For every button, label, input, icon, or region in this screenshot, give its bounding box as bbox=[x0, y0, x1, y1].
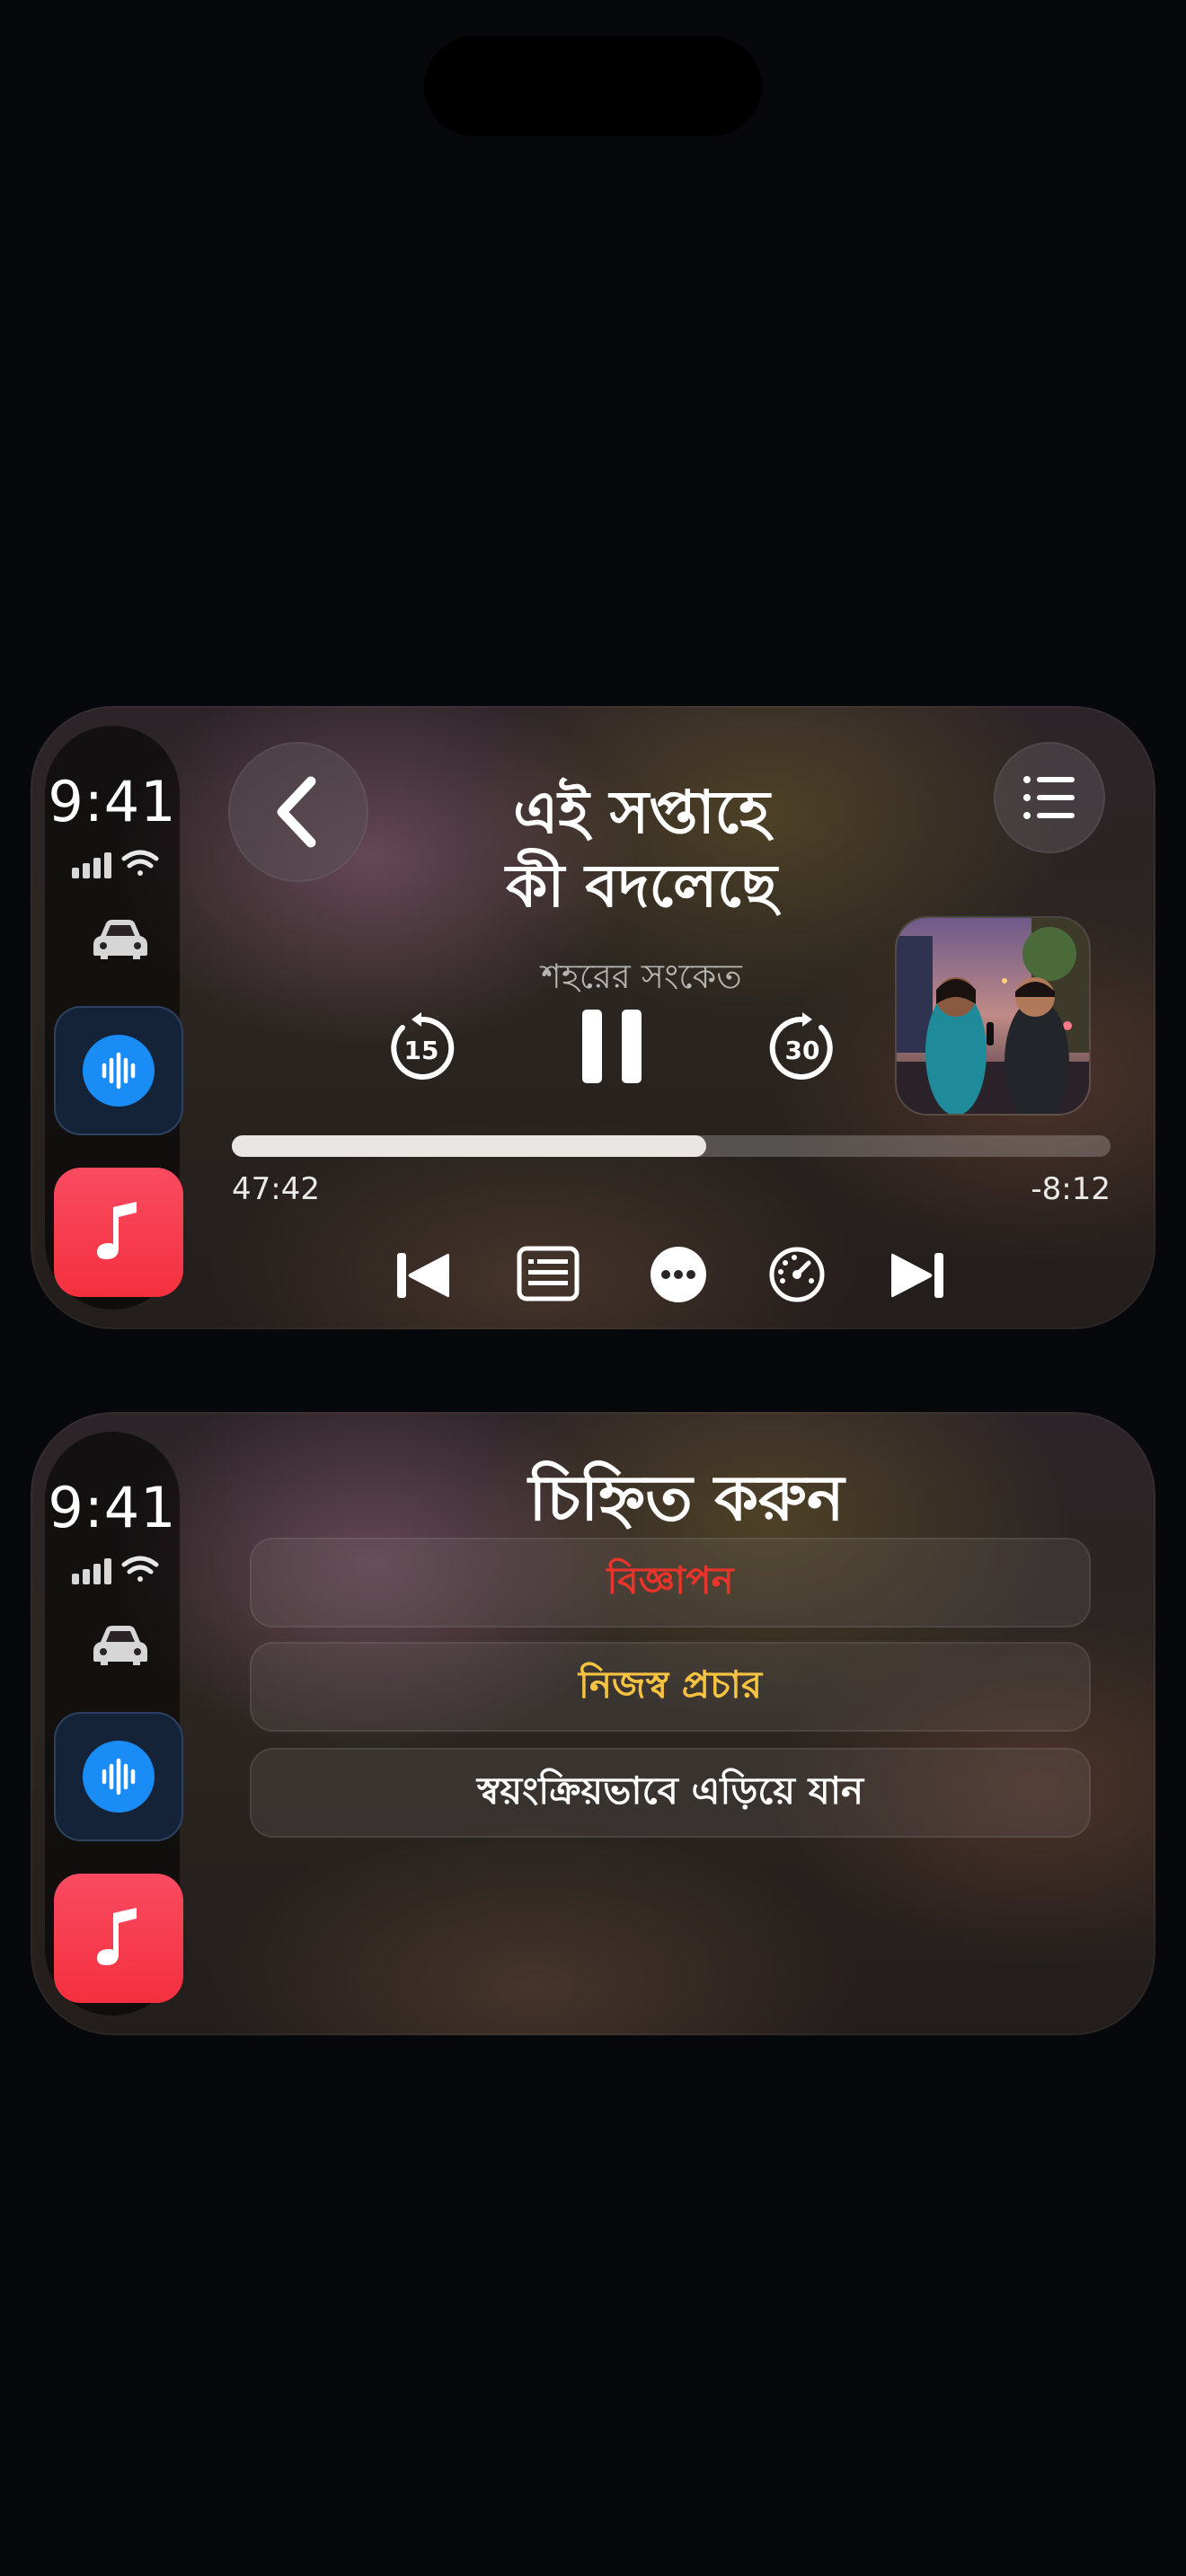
back-icon bbox=[277, 776, 316, 848]
option-label: বিজ্ঞাপন bbox=[606, 1557, 734, 1602]
car-icon bbox=[93, 1626, 147, 1665]
wifi-icon bbox=[121, 850, 159, 876]
skip-forward-30-icon[interactable]: 30 bbox=[766, 1011, 839, 1085]
remaining-time: -8:12 bbox=[1031, 1171, 1111, 1207]
status-time: 9:41 bbox=[48, 1475, 177, 1540]
progress-fill bbox=[232, 1135, 707, 1157]
svg-text:30: 30 bbox=[785, 1036, 820, 1065]
episode-title-line2: কী বদলেছে bbox=[506, 851, 777, 921]
episode-artwork bbox=[897, 918, 1089, 1114]
elapsed-time: 47:42 bbox=[232, 1171, 320, 1207]
transcript-icon[interactable] bbox=[516, 1245, 580, 1302]
progress-bar[interactable] bbox=[232, 1135, 1111, 1157]
previous-icon[interactable] bbox=[395, 1250, 451, 1301]
music-app-icon[interactable] bbox=[54, 1168, 183, 1297]
playback-speed-icon[interactable] bbox=[767, 1245, 827, 1304]
podcasts-app-icon[interactable] bbox=[54, 1712, 183, 1841]
option-ad-button[interactable]: বিজ্ঞাপন bbox=[250, 1538, 1091, 1628]
queue-icon bbox=[1023, 776, 1075, 819]
wifi-icon bbox=[121, 1556, 159, 1582]
skip-back-15-icon[interactable]: 15 bbox=[385, 1011, 458, 1085]
episode-title: এই সপ্তাহে কী বদলেছে bbox=[408, 776, 875, 923]
mark-sheet-card: 9:41 চিহ্নিত করুন বিজ্ঞাপন নিজস্ব প্রচার… bbox=[31, 1412, 1155, 2035]
sidebar: 9:41 bbox=[45, 726, 183, 1310]
episode-title-line1: এই সপ্তাহে bbox=[513, 778, 770, 847]
signal-icon bbox=[72, 1558, 111, 1584]
more-icon[interactable] bbox=[649, 1245, 708, 1304]
svg-text:15: 15 bbox=[404, 1036, 439, 1065]
status-bar-icons bbox=[72, 1556, 159, 1584]
now-playing-card: 9:41 এই সপ্তাহে কী বদলেছে শহরের সংকেত 15… bbox=[31, 706, 1155, 1329]
option-auto-skip-button[interactable]: স্বয়ংক্রিয়ভাবে এড়িয়ে যান bbox=[250, 1748, 1091, 1838]
pause-icon[interactable] bbox=[580, 1006, 645, 1087]
option-label: নিজস্ব প্রচার bbox=[578, 1662, 763, 1707]
option-label: স্বয়ংক্রিয়ভাবে এড়িয়ে যান bbox=[476, 1768, 864, 1813]
podcasts-app-icon[interactable] bbox=[54, 1006, 183, 1135]
status-time: 9:41 bbox=[48, 769, 177, 834]
back-button[interactable] bbox=[228, 742, 368, 882]
dynamic-island bbox=[424, 36, 762, 137]
option-self-promo-button[interactable]: নিজস্ব প্রচার bbox=[250, 1642, 1091, 1732]
queue-button[interactable] bbox=[994, 742, 1105, 853]
car-icon bbox=[93, 920, 147, 959]
next-icon[interactable] bbox=[890, 1250, 945, 1301]
sidebar: 9:41 bbox=[45, 1432, 183, 2016]
music-app-icon[interactable] bbox=[54, 1874, 183, 2003]
status-bar-icons bbox=[72, 850, 159, 878]
signal-icon bbox=[72, 852, 111, 878]
show-name: শহরের সংকেত bbox=[541, 957, 742, 996]
